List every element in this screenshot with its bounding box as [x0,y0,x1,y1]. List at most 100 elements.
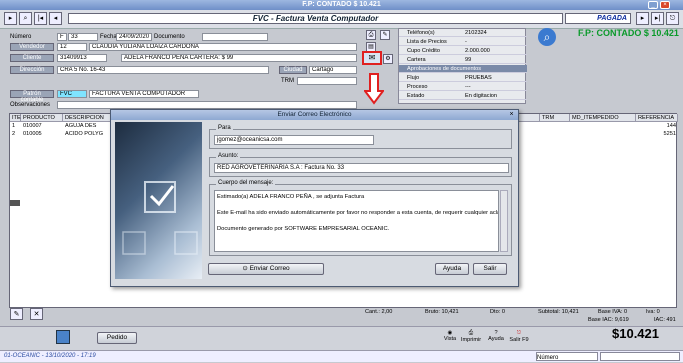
prop-row: Teléfono(s) 2102324 [399,29,527,37]
vendedor-code-field[interactable]: 12 [57,43,87,51]
ciudad-button[interactable]: Ciudad [279,66,307,74]
dialog-title: Enviar Correo Electrónico [111,110,518,120]
ayuda-label: Ayuda [488,336,504,342]
observaciones-field[interactable] [57,101,357,109]
para-label: Para [216,125,233,131]
imprimir-label: Imprimir [460,337,482,343]
email-icon[interactable]: ✉ [362,51,382,65]
new-document-icon[interactable]: ▸ [4,12,17,25]
patron-contable-button[interactable]: Patrón contable [10,90,54,103]
ciudad-field[interactable]: Cartago [309,66,357,74]
email-send-icon: ⊙ [242,265,248,272]
table-cell[interactable]: 144 [636,123,678,130]
last-record-icon[interactable]: ▸| [651,12,664,25]
prop-row: Flujo PRUEBAS [399,74,527,82]
body-line [217,217,496,225]
cuerpo-label: Cuerpo del mensaje: [216,180,276,186]
asunto-input[interactable]: RED AGROVETERINARIA S.A : Factura No. 33 [214,163,509,173]
cuerpo-textarea[interactable]: Estimado(a) ADELA FRANCO PEÑA , se adjun… [214,190,499,252]
payment-summary: F.P: CONTADO $ 10.421 [578,28,679,38]
prop-row: Estado En digitacion [399,92,527,100]
column-header[interactable]: TRM [540,114,570,122]
calculator-icon[interactable] [56,330,70,344]
column-header[interactable]: MD_ITEMPEDIDO [570,114,636,122]
printer-icon: ⎙ [468,330,474,336]
documento-field[interactable] [202,33,268,41]
trm-label: TRM [281,78,294,84]
cliente-code-field[interactable]: 31409913 [57,54,107,62]
column-header[interactable]: ITE [10,114,21,122]
numero-prefix-field[interactable]: F [57,33,67,41]
prop-row: Cupo Crédito 2.000.000 [399,47,527,55]
column-header[interactable]: REFERENCIA [636,114,678,122]
table-cell[interactable]: 2 [10,131,21,138]
first-record-icon[interactable]: |◂ [34,12,47,25]
table-cell[interactable]: 1 [10,123,21,130]
search-icon[interactable]: ⌕ [19,12,32,25]
totals-row: Cant.: 2,00 Bruto: 10,421 Dto: 0 Subtota… [340,308,676,317]
total-base-iac: Base IAC: 9,619 [588,317,629,323]
grid-toggle-icon[interactable] [10,200,20,206]
para-group: Para jgomez@oceanicsa.com [209,125,512,149]
trm-field[interactable] [297,77,357,85]
delete-icon[interactable]: ✕ [30,308,43,320]
vendedor-button[interactable]: Vendedor [10,43,54,51]
properties-panel: Teléfono(s) 2102324 Lista de Precios - Cup… [398,28,527,104]
vendedor-name-field[interactable]: CLAUDIA YULIANA LOAIZA CARDONA [89,43,357,51]
exit-icon[interactable]: ⎋ [666,12,679,25]
attach-icon[interactable]: ✎ [380,30,390,40]
column-header[interactable]: PRODUCTO [21,114,63,122]
arrow-down-icon [364,73,384,105]
total-cant: Cant.: 2,00 [365,309,393,315]
send-email-button[interactable]: ⊙ Enviar Correo [208,263,324,275]
cliente-button[interactable]: Cliente [10,54,54,62]
checkmark-icon [122,181,198,255]
next-record-icon[interactable]: ▸ [636,12,649,25]
status-field [600,352,680,361]
previous-record-icon[interactable]: ◂ [49,12,62,25]
fecha-field[interactable]: 24/09/2020 [116,33,152,41]
exit-button[interactable]: Salir [473,263,507,275]
prop-section-header[interactable]: Aprobaciones de documentos [399,65,527,73]
total-subtotal: Subtotal: 10,421 [538,309,579,315]
imprimir-button[interactable]: ⎙ Imprimir [460,330,482,348]
observaciones-label: Observaciones [10,102,51,108]
para-input[interactable]: jgomez@oceanicsa.com [214,135,374,145]
salir-button[interactable]: ⎋ Salir F9 [508,330,530,348]
edit-icon[interactable]: ✎ [10,308,23,320]
direccion-button[interactable]: Dirección [10,66,54,74]
print-icon[interactable]: ⎙ [366,30,376,40]
ayuda-button[interactable]: ? Ayuda [486,330,506,348]
total-iac: IAC: 491 [654,317,676,323]
fecha-label: Fecha [100,34,117,40]
patron-code-field[interactable]: FVC [57,90,87,98]
patron-name-field[interactable]: FACTURA VENTA COMPUTADOR [89,90,199,98]
total-iva: Iva: 0 [646,309,660,315]
total-bruto: Bruto: 10,421 [425,309,459,315]
scrollbar[interactable] [500,190,508,252]
numero-field[interactable]: 33 [68,33,98,41]
status-bar: 01-OCEANIC - 13/10/2020 - 17:19 Número [0,350,683,362]
prop-row: Lista de Precios - [399,38,527,46]
total-dto: Dto: 0 [490,309,505,315]
vista-label: Vista [443,336,457,342]
direccion-field[interactable]: CRA 5 No. 16-43 [57,66,269,74]
table-cell[interactable]: 010007 [21,123,63,130]
body-line: Este E-mail ha sido enviado automáticame… [217,210,499,216]
cliente-name-field[interactable]: ADELA FRANCO PEÑA CARTERA: $ 99 [121,54,357,62]
grand-total: $10.421 [612,326,659,341]
asunto-group: Asunto: RED AGROVETERINARIA S.A : Factur… [209,153,512,177]
table-cell[interactable]: 5251 [636,131,678,138]
search-icon[interactable]: ⌕ [538,28,556,46]
help-button[interactable]: Ayuda [435,263,469,275]
minimize-icon[interactable]: _ [648,1,658,9]
prop-row: Cartera 99 [399,56,527,64]
status-badge: PAGADA [565,13,631,24]
table-cell[interactable]: 010005 [21,131,63,138]
pedido-button[interactable]: Pedido [97,332,137,344]
window-title: F.P: CONTADO $ 10.421 [0,0,683,10]
vista-button[interactable]: ◉ Vista [441,330,459,348]
mail-settings-icon[interactable]: ⚙ [383,54,393,64]
close-icon[interactable]: × [660,1,670,9]
close-icon[interactable]: × [507,111,516,119]
